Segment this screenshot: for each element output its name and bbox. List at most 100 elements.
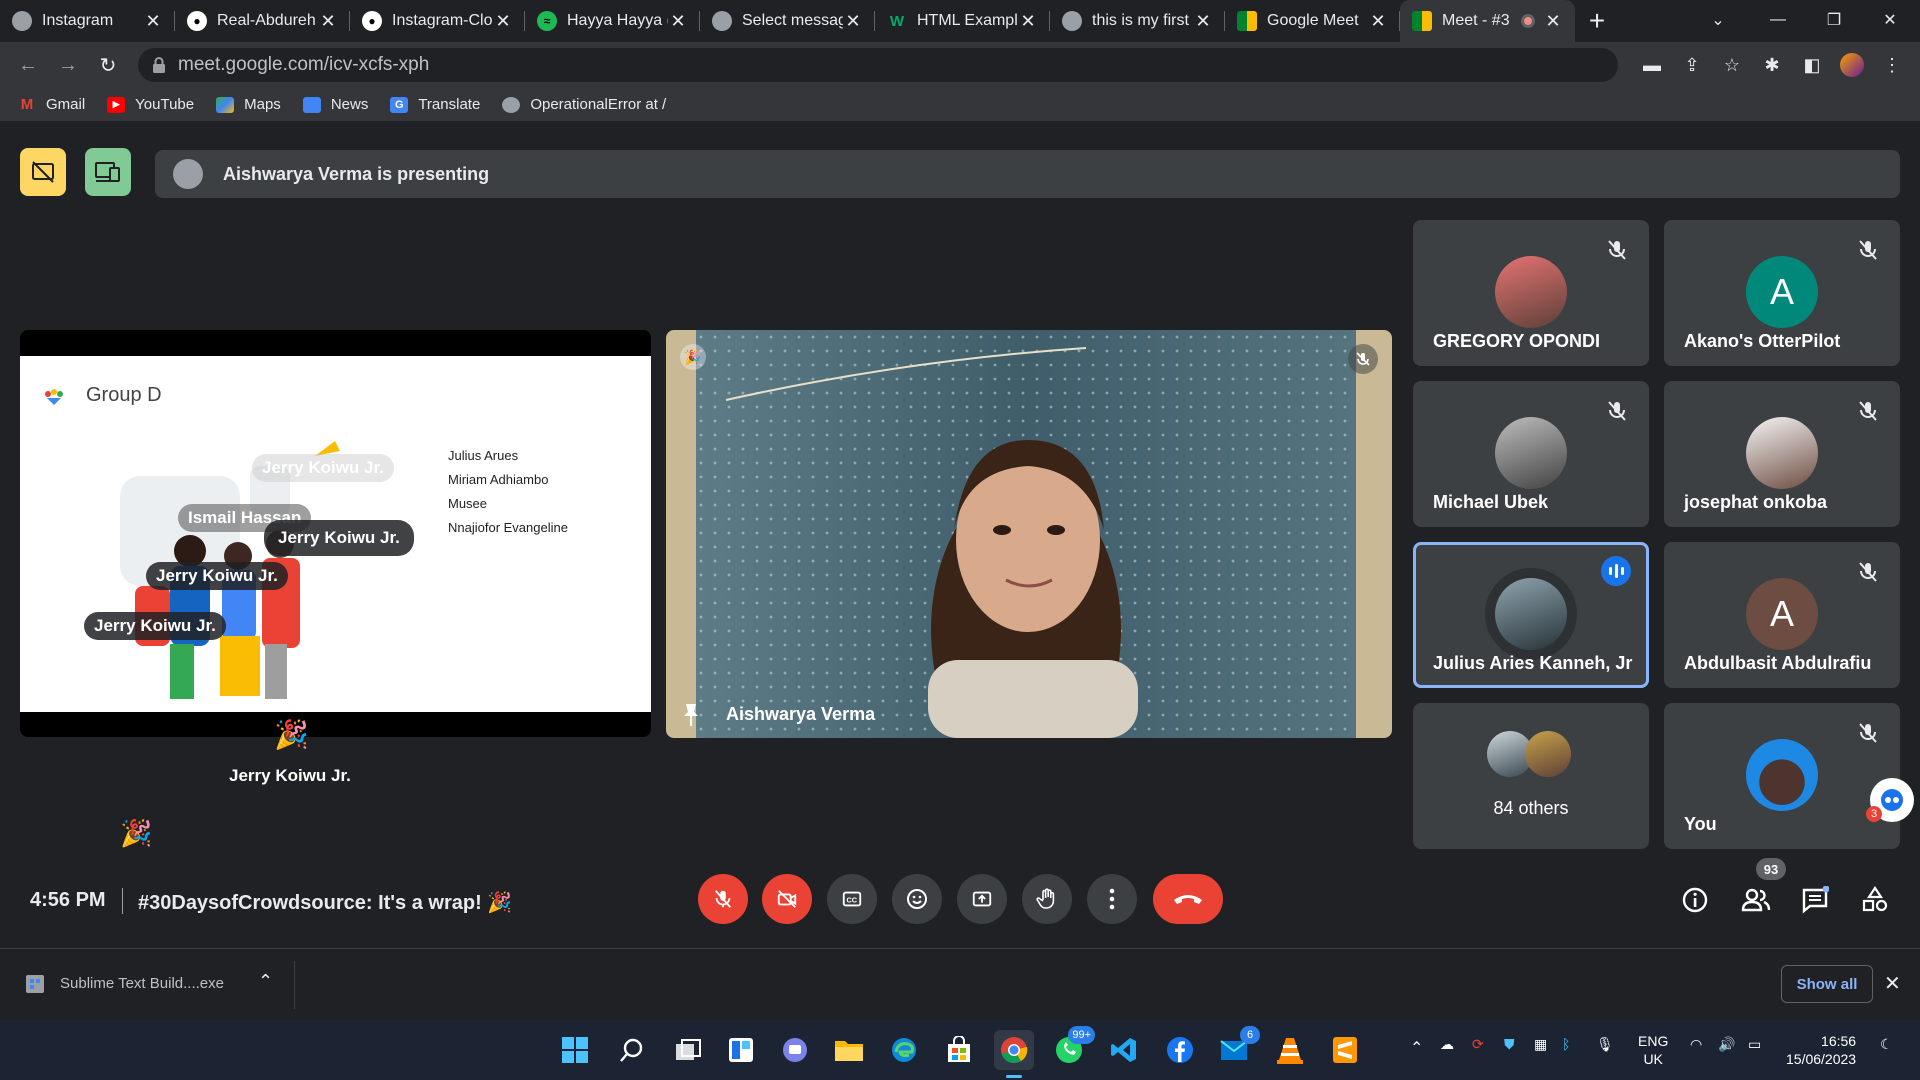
close-tab-icon[interactable]: ✕ <box>493 11 513 32</box>
profile-avatar[interactable] <box>1832 47 1872 83</box>
participant-tile[interactable]: A Akano's OtterPilot <box>1664 220 1900 366</box>
tab-html-example[interactable]: W HTML Exampl ✕ <box>875 0 1050 42</box>
close-tab-icon[interactable]: ✕ <box>318 11 338 32</box>
close-tab-icon[interactable]: ✕ <box>143 11 163 32</box>
tray-app-icon[interactable]: ▦ <box>1534 1036 1547 1053</box>
stop-presenting-button[interactable] <box>20 148 66 196</box>
reload-button[interactable]: ↻ <box>88 47 128 83</box>
address-bar[interactable]: meet.google.com/icv-xcfs-xph <box>138 48 1618 82</box>
file-explorer-button[interactable] <box>829 1030 869 1070</box>
tab-real-abdureh[interactable]: ● Real-Abdureh ✕ <box>175 0 350 42</box>
close-shelf-icon[interactable]: ✕ <box>1884 971 1901 996</box>
raise-hand-button[interactable] <box>1022 874 1072 924</box>
teams-chat-button[interactable] <box>775 1030 815 1070</box>
download-options-chevron-icon[interactable]: ⌃ <box>258 971 273 992</box>
present-now-button[interactable] <box>957 874 1007 924</box>
participant-tile-speaking[interactable]: Julius Aries Kanneh, Jr <box>1413 542 1649 688</box>
bookmark-star-icon[interactable]: ☆ <box>1712 47 1752 83</box>
extensions-icon[interactable]: ✱ <box>1752 47 1792 83</box>
defender-icon[interactable]: ⛊ <box>1504 1036 1515 1053</box>
input-language[interactable]: ENG UK <box>1638 1032 1668 1068</box>
pin-icon[interactable] <box>682 702 700 726</box>
hidden-icons-chevron[interactable]: ⌃ <box>1410 1038 1423 1058</box>
reactions-button[interactable] <box>892 874 942 924</box>
close-tab-icon[interactable]: ✕ <box>668 11 688 32</box>
chat-button[interactable] <box>1797 882 1833 918</box>
share-icon[interactable]: ⇪ <box>1672 47 1712 83</box>
browser-menu-icon[interactable]: ⋮ <box>1872 47 1912 83</box>
participant-tile[interactable]: A Abdulbasit Abdulrafiu <box>1664 542 1900 688</box>
widgets-button[interactable] <box>721 1030 761 1070</box>
camera-in-use-icon[interactable]: ▬ <box>1632 47 1672 83</box>
microphone-tray-icon[interactable]: 🎙 <box>1596 1036 1614 1053</box>
sublime-button[interactable] <box>1325 1030 1365 1070</box>
show-all-downloads-button[interactable]: Show all <box>1781 965 1873 1003</box>
focus-moon-icon[interactable]: ☾ <box>1880 1036 1893 1053</box>
presenting-banner: Aishwarya Verma is presenting <box>155 150 1900 198</box>
tab-google-meet[interactable]: Google Meet ✕ <box>1225 0 1400 42</box>
bookmark-maps[interactable]: Maps <box>216 96 281 113</box>
self-tile[interactable]: You <box>1664 703 1900 849</box>
bookmark-gmail[interactable]: M Gmail <box>18 96 85 113</box>
captions-button[interactable]: CC <box>827 874 877 924</box>
taskbar-search-button[interactable] <box>612 1030 652 1070</box>
others-tile[interactable]: 84 others <box>1413 703 1649 849</box>
microphone-toggle-button[interactable] <box>698 874 748 924</box>
bookmark-translate[interactable]: G Translate <box>390 96 480 113</box>
meeting-details-button[interactable] <box>1677 882 1713 918</box>
presentation-tile[interactable]: Group D Julius Arues Miriam Adhiambo Mus… <box>20 330 651 737</box>
store-button[interactable] <box>939 1030 979 1070</box>
volume-icon[interactable]: 🔊 <box>1718 1036 1735 1053</box>
close-tab-icon[interactable]: ✕ <box>1193 11 1213 32</box>
presenter-video-tile[interactable]: 🎉 Aishwarya Verma <box>666 330 1392 738</box>
sync-icon[interactable]: ⟳ <box>1472 1036 1484 1053</box>
tab-search-icon[interactable]: ⌄ <box>1690 0 1746 40</box>
close-tab-icon[interactable]: ✕ <box>1368 11 1388 32</box>
camera-toggle-button[interactable] <box>762 874 812 924</box>
download-file-name[interactable]: Sublime Text Build....exe <box>60 975 224 992</box>
more-options-button[interactable] <box>1087 874 1137 924</box>
close-tab-icon[interactable]: ✕ <box>1018 11 1038 32</box>
activities-button[interactable] <box>1857 882 1893 918</box>
participant-tile[interactable]: GREGORY OPONDI <box>1413 220 1649 366</box>
edge-button[interactable] <box>884 1030 924 1070</box>
forward-button[interactable]: → <box>48 47 88 83</box>
chrome-button[interactable] <box>994 1030 1034 1078</box>
facebook-button[interactable] <box>1160 1030 1200 1070</box>
participant-tile[interactable]: josephat onkoba <box>1664 381 1900 527</box>
side-panel-icon[interactable]: ◧ <box>1792 47 1832 83</box>
close-window-button[interactable]: ✕ <box>1862 0 1918 40</box>
tab-this-is-my-first[interactable]: this is my first ✕ <box>1050 0 1225 42</box>
bookmark-operational-error[interactable]: OperationalError at / <box>502 96 666 113</box>
tab-instagram[interactable]: Instagram ✕ <box>0 0 175 42</box>
start-button[interactable] <box>555 1030 595 1070</box>
people-button[interactable] <box>1738 882 1774 918</box>
vlc-button[interactable] <box>1270 1030 1310 1070</box>
participant-name: GREGORY OPONDI <box>1433 331 1601 351</box>
bookmark-youtube[interactable]: ▶ YouTube <box>107 96 194 113</box>
battery-icon[interactable]: ▭ <box>1748 1036 1761 1053</box>
task-view-button[interactable] <box>668 1030 708 1070</box>
close-tab-icon[interactable]: ✕ <box>1543 11 1563 32</box>
mail-button[interactable]: 6 <box>1214 1026 1260 1070</box>
whatsapp-button[interactable]: 99+ <box>1049 1026 1095 1070</box>
layout-button[interactable] <box>85 148 131 196</box>
new-tab-button[interactable]: + <box>1575 0 1619 42</box>
restore-button[interactable]: ❐ <box>1806 0 1862 40</box>
bookmark-news[interactable]: News <box>302 96 368 113</box>
wifi-icon[interactable]: ◠ <box>1690 1036 1702 1053</box>
tab-instagram-clone[interactable]: ● Instagram-Clo ✕ <box>350 0 525 42</box>
system-clock[interactable]: 16:56 15/06/2023 <box>1786 1032 1856 1068</box>
vscode-button[interactable] <box>1104 1030 1144 1070</box>
minimize-button[interactable]: — <box>1750 0 1806 40</box>
onedrive-icon[interactable]: ☁ <box>1440 1036 1454 1053</box>
assistant-bubble[interactable]: 3 <box>1866 778 1914 822</box>
tab-meet-active[interactable]: Meet - #3 ✕ <box>1400 0 1575 42</box>
bluetooth-icon[interactable]: ᛒ <box>1562 1036 1570 1052</box>
back-button[interactable]: ← <box>8 47 48 83</box>
tab-hayya-hayya[interactable]: ≈ Hayya Hayya (✕ <box>525 0 700 42</box>
participant-tile[interactable]: Michael Ubek <box>1413 381 1649 527</box>
leave-call-button[interactable] <box>1153 874 1223 924</box>
close-tab-icon[interactable]: ✕ <box>843 11 863 32</box>
tab-select-message[interactable]: Select messag ✕ <box>700 0 875 42</box>
